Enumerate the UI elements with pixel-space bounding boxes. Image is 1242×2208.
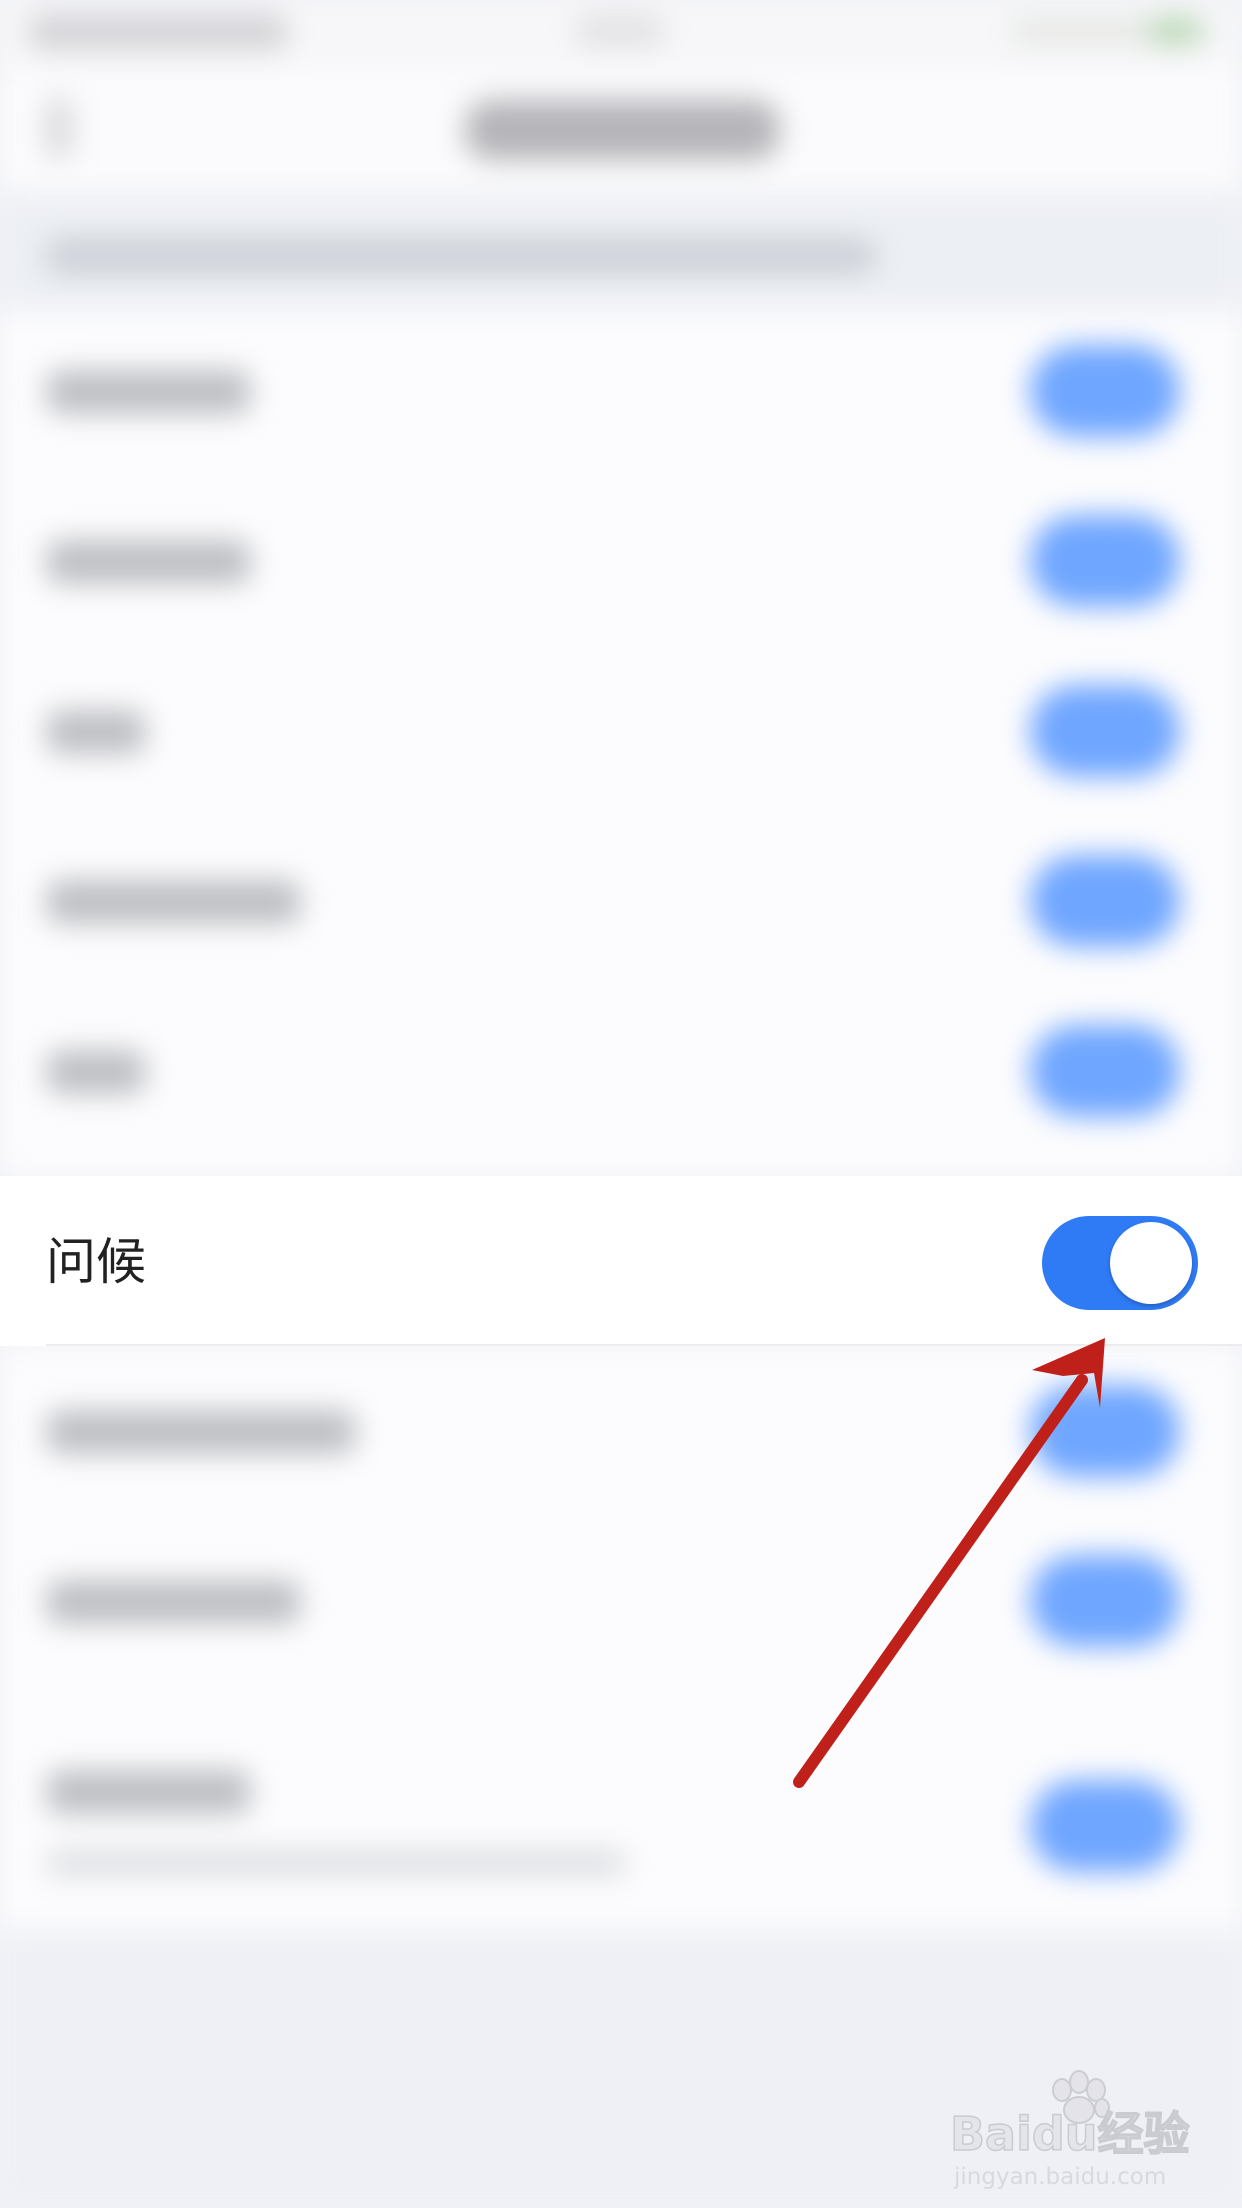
status-time-blurred xyxy=(28,14,288,50)
baidu-jingyan-watermark: Baidu经验 jingyan.baidu.com xyxy=(950,2070,1190,2190)
section-header xyxy=(0,200,1242,310)
toggle-knob[interactable] xyxy=(1110,1222,1192,1304)
section-header-text-blurred xyxy=(46,238,876,274)
back-icon[interactable] xyxy=(46,98,72,158)
watermark-brand: Baidu经验 xyxy=(950,2107,1190,2161)
row-label-blurred xyxy=(46,880,301,924)
navigation-bar xyxy=(0,70,1242,190)
toggle-switch-blurred[interactable] xyxy=(1030,855,1180,947)
toggle-switch-blurred[interactable] xyxy=(1030,515,1180,607)
row-divider xyxy=(46,1344,1242,1346)
toggle-switch-blurred[interactable] xyxy=(1030,1025,1180,1117)
row-label-blurred xyxy=(46,370,251,414)
toggle-switch-blurred[interactable] xyxy=(1030,1780,1180,1872)
watermark-url: jingyan.baidu.com xyxy=(953,2164,1166,2190)
page-title-blurred xyxy=(465,100,780,160)
greeting-toggle-switch[interactable] xyxy=(1042,1216,1198,1310)
row-label-blurred xyxy=(46,1770,251,1814)
toggle-switch-blurred[interactable] xyxy=(1030,345,1180,437)
battery-icon xyxy=(1150,18,1200,44)
row-subtitle-blurred xyxy=(46,1850,626,1876)
row-label-blurred xyxy=(46,1580,301,1624)
row-label-blurred xyxy=(46,1410,356,1454)
toggle-switch-blurred[interactable] xyxy=(1030,1555,1180,1647)
status-bar xyxy=(0,0,1242,70)
setting-row-greeting[interactable]: 问候 xyxy=(0,1176,1242,1346)
row-label-blurred xyxy=(46,540,251,584)
setting-row-label: 问候 xyxy=(46,1233,146,1291)
toggle-switch-blurred[interactable] xyxy=(1030,685,1180,777)
toggle-switch-blurred[interactable] xyxy=(1030,1385,1180,1477)
status-center-blurred xyxy=(575,14,665,48)
row-label-blurred xyxy=(46,1050,146,1094)
blurred-background xyxy=(0,0,1242,2208)
row-label-blurred xyxy=(46,710,146,754)
